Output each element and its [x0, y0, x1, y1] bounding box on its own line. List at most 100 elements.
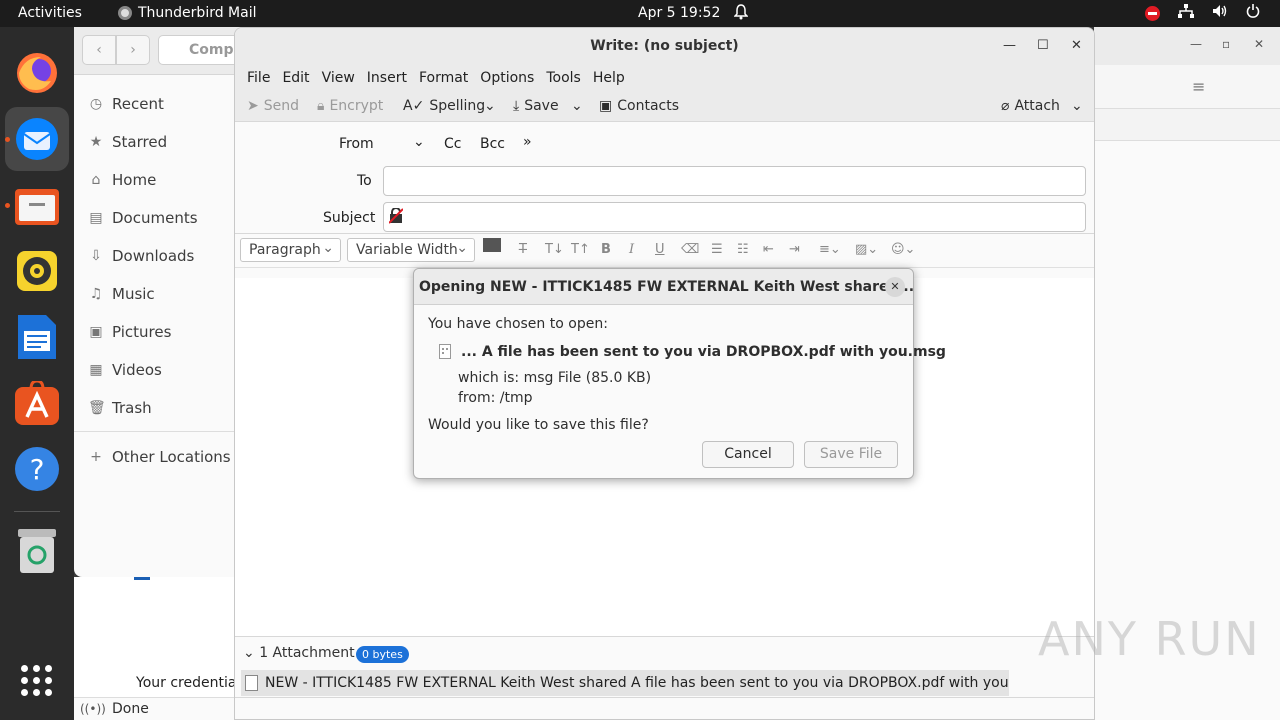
minimize-icon[interactable]: — — [1003, 28, 1016, 64]
attach-dropdown[interactable]: ⌄ — [1071, 98, 1083, 114]
bold-icon[interactable]: B — [601, 242, 611, 257]
bcc-button[interactable]: Bcc — [480, 136, 505, 152]
menu-tools[interactable]: Tools — [540, 70, 587, 86]
close-icon[interactable]: ✕ — [1254, 37, 1264, 51]
to-field[interactable] — [383, 166, 1086, 196]
menu-help[interactable]: Help — [587, 70, 631, 86]
italic-icon[interactable]: I — [629, 242, 634, 257]
attachment-item[interactable]: NEW - ITTICK1485 FW EXTERNAL Keith West … — [241, 670, 1009, 696]
activities-button[interactable]: Activities — [18, 5, 82, 21]
compose-titlebar: Write: (no subject) — ☐ ✕ — [235, 28, 1094, 64]
menu-format[interactable]: Format — [413, 70, 474, 86]
sidebar-item-other-locations[interactable]: + Other Locations — [74, 438, 244, 476]
text-color-icon[interactable] — [483, 238, 501, 252]
rhythmbox-icon[interactable] — [13, 247, 61, 295]
bell-icon[interactable] — [733, 4, 749, 24]
maximize-icon[interactable]: ☐ — [1037, 28, 1049, 64]
from-label: From — [339, 136, 374, 152]
contacts-button[interactable]: ▣ Contacts — [599, 98, 679, 114]
writer-icon[interactable] — [13, 313, 61, 361]
bullet-list-icon[interactable]: ☰ — [711, 242, 723, 257]
underline-icon[interactable]: U — [655, 242, 665, 257]
window-title: Write: (no subject) — [590, 38, 739, 54]
outdent-icon[interactable]: ⇤ — [763, 242, 774, 257]
close-icon[interactable]: ✕ — [1071, 28, 1082, 64]
volume-icon — [1212, 4, 1228, 22]
system-tray[interactable] — [1145, 4, 1260, 22]
sidebar-item-home[interactable]: ⌂ Home — [74, 161, 244, 199]
remove-format-icon[interactable]: ⌫ — [681, 242, 699, 257]
sidebar-item-documents[interactable]: ▤ Documents — [74, 199, 244, 237]
attachment-bar: ⌄ 1 Attachment 0 bytes — [235, 636, 1094, 670]
maximize-icon[interactable]: ▫ — [1222, 37, 1230, 51]
app-center-icon[interactable] — [13, 379, 61, 427]
firefox-icon[interactable] — [13, 49, 61, 97]
spelling-dropdown[interactable]: ⌄ — [484, 98, 496, 114]
file-manager-header: ‹ › Comp — [74, 27, 248, 75]
forward-button[interactable]: › — [116, 35, 150, 65]
larger-font-icon[interactable]: T↓ — [545, 242, 564, 257]
font-select[interactable]: Variable Width ⌄ — [347, 238, 475, 262]
smaller-font-icon[interactable]: T̶ — [519, 242, 527, 257]
sidebar-item-videos[interactable]: ▦ Videos — [74, 351, 244, 389]
dialog-close-button[interactable]: ✕ — [885, 277, 905, 297]
spelling-button[interactable]: A✓ Spelling — [403, 98, 485, 114]
compose-toolbar: ➤ Send 🔒︎ Encrypt A✓ Spelling ⌄ ⤓ Save ⌄ ▣ Co… — [235, 92, 1094, 122]
menu-options[interactable]: Options — [474, 70, 540, 86]
dialog-file-name: ... A file has been sent to you via DROP… — [461, 344, 946, 360]
files-icon[interactable] — [13, 181, 61, 229]
clock[interactable]: Apr 5 19:52 — [638, 5, 720, 21]
save-file-button[interactable]: Save File — [804, 441, 898, 468]
send-button[interactable]: ➤ Send — [247, 98, 299, 114]
cancel-button[interactable]: Cancel — [702, 441, 794, 468]
top-bar: Activities Thunderbird Mail Apr 5 19:52 — [0, 0, 1280, 27]
hamburger-menu-icon[interactable]: ≡ — [1192, 77, 1205, 96]
sidebar-item-music[interactable]: ♫ Music — [74, 275, 244, 313]
subject-field[interactable] — [383, 202, 1086, 232]
background-window-toolbar: ≡ — [1094, 65, 1280, 109]
attach-button[interactable]: ⌀ Attach — [1001, 98, 1060, 114]
sidebar-item-label: Recent — [112, 95, 164, 113]
menu-file[interactable]: File — [241, 70, 276, 86]
encrypt-label: Encrypt — [329, 98, 384, 114]
paragraph-format-select[interactable]: Paragraph ⌄ — [240, 238, 341, 262]
save-button[interactable]: ⤓ Save — [513, 98, 559, 114]
more-fields-icon[interactable]: » — [523, 134, 532, 150]
emoji-icon[interactable]: ☺⌄ — [891, 242, 915, 257]
star-icon: ★ — [89, 134, 103, 150]
dock: ? — [0, 27, 74, 720]
send-label: Send — [263, 98, 299, 114]
sidebar-item-starred[interactable]: ★ Starred — [74, 123, 244, 161]
menu-edit[interactable]: Edit — [276, 70, 315, 86]
font-size-icon[interactable]: T↑ — [571, 242, 590, 257]
back-button[interactable]: ‹ — [82, 35, 116, 65]
save-question: Would you like to save this file? — [428, 417, 649, 433]
save-dropdown[interactable]: ⌄ — [571, 98, 583, 114]
show-apps-icon[interactable] — [21, 665, 53, 697]
chevron-down-icon: ⌄ — [1071, 98, 1083, 114]
trash-icon: 🗑 — [88, 400, 106, 416]
thunderbird-dock-icon[interactable] — [13, 115, 61, 163]
help-icon[interactable]: ? — [13, 445, 61, 493]
sidebar-item-trash[interactable]: 🗑 Trash — [74, 389, 244, 427]
from-dropdown-chevron-icon[interactable]: ⌄ — [413, 134, 425, 150]
insert-image-icon[interactable]: ▨⌄ — [855, 242, 878, 257]
background-text: Your credentia — [136, 675, 237, 691]
indent-icon[interactable]: ⇥ — [789, 242, 800, 257]
minimize-icon[interactable]: — — [1190, 37, 1202, 51]
sidebar-item-downloads[interactable]: ⇩ Downloads — [74, 237, 244, 275]
menu-insert[interactable]: Insert — [361, 70, 413, 86]
menu-bar: File Edit View Insert Format Options Too… — [235, 64, 1094, 92]
sidebar-item-pictures[interactable]: ▣ Pictures — [74, 313, 244, 351]
mail-status-bar: ((•)) Done — [74, 697, 234, 720]
trash-dock-icon[interactable] — [13, 527, 61, 575]
cc-button[interactable]: Cc — [444, 136, 461, 152]
attachment-toggle[interactable]: ⌄ 1 Attachment — [243, 645, 355, 661]
app-menu[interactable]: Thunderbird Mail — [118, 5, 257, 21]
sidebar-item-recent[interactable]: ◷ Recent — [74, 85, 244, 123]
encrypt-button[interactable]: 🔒︎ Encrypt — [317, 98, 383, 114]
menu-view[interactable]: View — [316, 70, 361, 86]
align-icon[interactable]: ≡⌄ — [819, 242, 841, 257]
save-label: Save — [524, 98, 559, 114]
numbered-list-icon[interactable]: ☷ — [737, 242, 749, 257]
